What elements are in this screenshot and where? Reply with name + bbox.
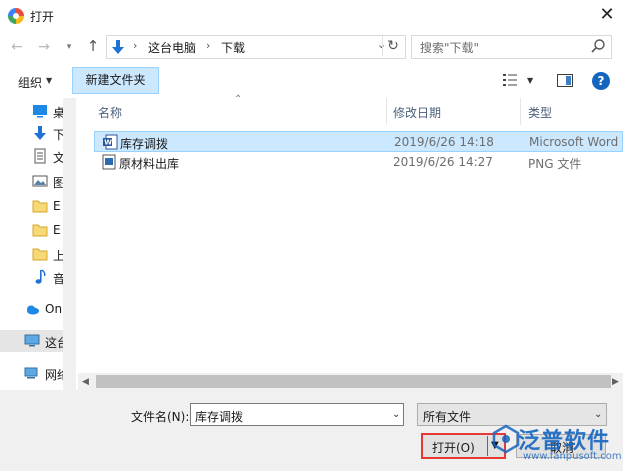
nav-item-pictures[interactable]: 图 [0, 170, 63, 192]
nav-item-music[interactable]: 音 [0, 266, 63, 288]
folder-icon [32, 200, 48, 213]
new-folder-button[interactable]: 新建文件夹 [72, 67, 159, 94]
chevron-down-icon[interactable]: ▼ [527, 76, 533, 85]
filename-label: 文件名(N): [131, 410, 190, 424]
file-name: 原材料出库 [119, 157, 180, 171]
watermark-url: www.fanpusoft.com [523, 451, 622, 462]
split-divider [487, 436, 488, 456]
breadcrumb-separator-icon[interactable]: › [133, 39, 137, 52]
music-icon [35, 269, 46, 284]
watermark-logo-icon [492, 424, 520, 454]
nav-item-label: On [45, 302, 63, 316]
breadcrumb-this-pc[interactable]: 这台电脑 [148, 39, 196, 56]
nav-item-label: 这台 [45, 336, 63, 350]
nav-item-label: 文 [53, 151, 63, 165]
column-divider[interactable] [520, 98, 521, 125]
search-placeholder: 搜索"下载" [420, 41, 480, 55]
nav-item-label: 桌 [53, 106, 63, 120]
recent-locations-button[interactable]: ▾ [60, 38, 78, 56]
nav-item-label: E [53, 223, 61, 237]
scroll-right-icon[interactable]: ▶ [612, 377, 619, 387]
sort-ascending-icon: ⌃ [234, 94, 243, 105]
organize-button[interactable]: 组织 [18, 74, 42, 91]
picture-icon [32, 175, 48, 187]
download-folder-icon [112, 40, 124, 54]
chevron-down-icon[interactable]: ⌄ [392, 409, 400, 420]
chevron-down-icon[interactable]: ⌄ [594, 409, 602, 420]
open-button-label[interactable]: 打开(O) [432, 439, 475, 456]
nav-item-onedrive[interactable]: On [0, 298, 62, 320]
nav-item-this-pc[interactable]: 这台 [0, 330, 63, 352]
filetype-value[interactable]: 所有文件 [423, 408, 471, 425]
png-file-icon [102, 154, 116, 170]
document-icon [34, 148, 46, 164]
download-icon [34, 126, 46, 140]
nav-item-label: 网络 [45, 368, 63, 382]
nav-item-folder-upload[interactable]: 上 [0, 243, 63, 265]
navigation-pane-scrollbar[interactable] [63, 98, 76, 390]
nav-item-network[interactable]: 网络 [0, 362, 63, 384]
file-type: Microsoft Word [529, 135, 619, 149]
breadcrumb-downloads[interactable]: 下载 [221, 39, 245, 56]
refresh-icon: ↻ [387, 38, 399, 54]
up-folder-button[interactable]: ↑ [84, 37, 102, 55]
navigation-pane: 桌 下 文 图 E E 上 音 On 这台 网络 [0, 98, 63, 390]
title-bar [0, 0, 623, 31]
nav-item-label: 音 [53, 272, 63, 286]
column-header-type[interactable]: 类型 [528, 104, 552, 121]
search-icon[interactable] [590, 38, 606, 54]
file-row[interactable]: 原材料出库 2019/6/26 14:27 PNG 文件 [94, 152, 623, 173]
word-doc-icon: W [103, 134, 118, 150]
forward-button[interactable]: → [35, 38, 53, 56]
column-divider[interactable] [386, 98, 387, 125]
help-icon[interactable]: ? [592, 72, 610, 90]
refresh-button[interactable]: ↻ [382, 36, 403, 56]
nav-item-label: 上 [53, 249, 63, 263]
nav-item-downloads[interactable]: 下 [0, 122, 63, 144]
file-date: 2019/6/26 14:27 [393, 155, 493, 169]
close-button[interactable]: ✕ [596, 5, 618, 25]
nav-item-label: E [53, 199, 61, 213]
app-logo-icon [8, 8, 24, 24]
folder-icon [32, 248, 48, 261]
network-icon [24, 367, 38, 379]
nav-item-label: 下 [53, 128, 63, 142]
file-type: PNG 文件 [528, 157, 582, 171]
nav-item-documents[interactable]: 文 [0, 145, 63, 167]
window-title: 打开 [30, 10, 55, 24]
file-name: 库存调拨 [120, 137, 169, 151]
nav-item-desktop[interactable]: 桌 [0, 100, 63, 122]
breadcrumb-separator-icon[interactable]: › [206, 39, 210, 52]
nav-item-label: 图 [53, 176, 63, 190]
folder-icon [32, 224, 48, 237]
column-header-date[interactable]: 修改日期 [393, 104, 441, 121]
onedrive-icon [27, 305, 39, 315]
file-row[interactable]: W 库存调拨 2019/6/26 14:18 Microsoft Word [94, 131, 623, 152]
column-header-name[interactable]: 名称 [98, 104, 122, 121]
chevron-down-icon[interactable]: ▼ [46, 76, 52, 85]
nav-item-folder-e2[interactable]: E [0, 219, 63, 241]
svg-text:W: W [104, 139, 112, 147]
scroll-left-icon[interactable]: ◀ [82, 377, 89, 387]
file-date: 2019/6/26 14:18 [394, 135, 494, 149]
scrollbar-thumb[interactable] [96, 375, 611, 388]
view-options-icon[interactable] [502, 73, 518, 87]
nav-item-folder-e1[interactable]: E [0, 195, 63, 217]
computer-icon [24, 334, 40, 347]
preview-pane-icon[interactable] [557, 74, 573, 87]
close-icon: ✕ [599, 4, 615, 25]
filename-value[interactable]: 库存调拨 [195, 408, 243, 425]
back-button[interactable]: ← [8, 38, 26, 56]
desktop-icon [33, 105, 47, 118]
